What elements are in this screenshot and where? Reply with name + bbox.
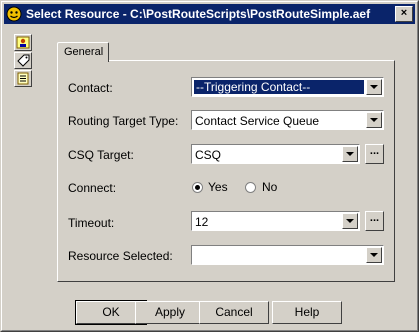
tag-icon[interactable] xyxy=(14,52,32,69)
contact-label: Contact: xyxy=(68,81,113,95)
chevron-down-icon[interactable] xyxy=(366,112,382,128)
app-icon xyxy=(6,6,22,22)
chevron-down-icon[interactable] xyxy=(342,213,358,229)
contact-dropdown[interactable]: --Triggering Contact-- xyxy=(191,77,384,97)
document-icon[interactable] xyxy=(14,70,32,87)
timeout-value: 12 xyxy=(195,215,209,229)
dialog-window: Select Resource - C:\PostRouteScripts\Po… xyxy=(0,0,419,332)
chevron-down-icon[interactable] xyxy=(342,146,358,162)
routing-target-type-dropdown[interactable]: Contact Service Queue xyxy=(191,110,384,130)
connect-yes-radio[interactable] xyxy=(192,182,203,193)
tab-general-label: General xyxy=(64,46,104,58)
csq-target-browse-button[interactable]: ... xyxy=(365,144,384,164)
connect-label: Connect: xyxy=(68,181,117,195)
connect-yes-label[interactable]: Yes xyxy=(208,180,228,194)
apply-button[interactable]: Apply xyxy=(135,301,205,324)
routing-target-type-label: Routing Target Type: xyxy=(68,114,179,128)
tab-general[interactable]: General xyxy=(57,42,109,62)
connect-no-label[interactable]: No xyxy=(262,180,277,194)
timeout-browse-button[interactable]: ... xyxy=(365,211,384,231)
csq-target-dropdown[interactable]: CSQ xyxy=(191,144,360,164)
close-icon: × xyxy=(400,7,408,19)
help-button[interactable]: Help xyxy=(272,301,342,324)
chevron-down-icon[interactable] xyxy=(366,247,382,263)
window-title: Select Resource - C:\PostRouteScripts\Po… xyxy=(26,7,371,21)
timeout-dropdown[interactable]: 12 xyxy=(191,211,360,231)
routing-target-type-value: Contact Service Queue xyxy=(195,114,320,128)
resource-selected-label: Resource Selected: xyxy=(68,249,173,263)
resource-selected-dropdown[interactable] xyxy=(191,245,384,265)
close-button[interactable]: × xyxy=(395,6,413,22)
user-icon[interactable] xyxy=(14,34,32,51)
title-bar[interactable]: Select Resource - C:\PostRouteScripts\Po… xyxy=(4,4,415,24)
csq-target-label: CSQ Target: xyxy=(68,148,134,162)
cancel-button[interactable]: Cancel xyxy=(199,301,269,324)
contact-value: --Triggering Contact-- xyxy=(194,80,364,94)
chevron-down-icon[interactable] xyxy=(366,79,382,95)
connect-no-radio[interactable] xyxy=(245,182,256,193)
timeout-label: Timeout: xyxy=(68,216,115,230)
csq-target-value: CSQ xyxy=(195,148,222,162)
